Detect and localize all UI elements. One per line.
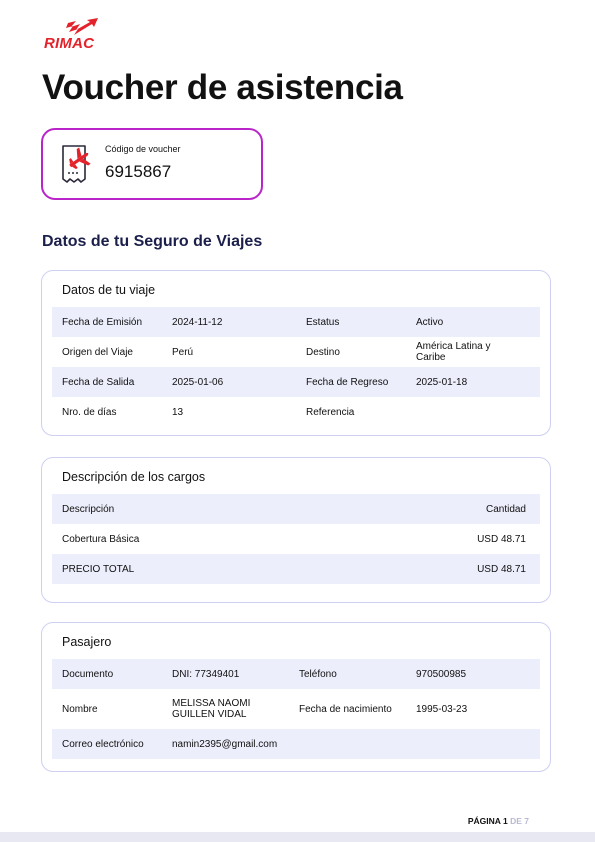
table-row: Fecha de Emisión 2024-11-12 Estatus Acti… — [52, 307, 540, 337]
field-value: América Latina y Caribe — [416, 341, 491, 363]
table-row: Documento DNI: 77349401 Teléfono 9705009… — [52, 659, 540, 689]
charges-card: Descripción de los cargos Descripción Ca… — [41, 457, 551, 603]
field-label: Referencia — [306, 406, 355, 418]
page-bottom-margin — [0, 832, 595, 842]
field-label: Estatus — [306, 316, 340, 328]
field-label: Destino — [306, 346, 340, 358]
card-title: Pasajero — [62, 635, 112, 649]
field-value: 1995-03-23 — [416, 703, 468, 715]
field-value: MELISSA NAOMI GUILLEN VIDAL — [172, 698, 251, 720]
table-row: Cobertura Básica USD 48.71 — [52, 524, 540, 554]
table-row: Correo electrónico namin2395@gmail.com — [52, 729, 540, 759]
field-label: Fecha de nacimiento — [299, 703, 392, 715]
total-row: PRECIO TOTAL USD 48.71 — [52, 554, 540, 584]
page-label: PÁGINA — [467, 816, 501, 826]
voucher-code: 6915867 — [105, 162, 172, 181]
airplane-receipt-icon — [62, 145, 91, 183]
passenger-card: Pasajero Documento DNI: 77349401 Teléfon… — [41, 622, 551, 772]
field-label: Origen del Viaje — [62, 346, 133, 358]
rimac-logo: RIMAC — [44, 18, 106, 52]
page-total: 7 — [524, 816, 529, 826]
field-value: namin2395@gmail.com — [172, 738, 278, 750]
voucher-code-box: Código de voucher 6915867 — [41, 128, 263, 200]
section-title: Datos de tu Seguro de Viajes — [42, 233, 263, 250]
logo-text: RIMAC — [44, 35, 95, 52]
page-of-label: DE — [510, 816, 522, 826]
table-row: Nombre MELISSA NAOMI GUILLEN VIDAL Fecha… — [52, 689, 540, 729]
field-value: 13 — [172, 406, 184, 418]
trip-details-card: Datos de tu viaje Fecha de Emisión 2024-… — [41, 270, 551, 436]
field-value: DNI: 77349401 — [172, 668, 240, 680]
field-label: Fecha de Emisión — [62, 316, 143, 328]
logo-mark-icon — [66, 18, 98, 35]
document-page: RIMAC Voucher de asistencia Código de vo… — [0, 0, 595, 832]
field-value: 2025-01-06 — [172, 376, 224, 388]
page-title: Voucher de asistencia — [42, 68, 403, 107]
table-row: Origen del Viaje Perú Destino América La… — [52, 337, 540, 367]
field-value: Perú — [172, 346, 194, 358]
column-header-amount: Cantidad — [485, 503, 526, 515]
field-label: Nro. de días — [62, 406, 117, 418]
card-title: Descripción de los cargos — [62, 470, 206, 484]
charge-amount: USD 48.71 — [477, 533, 526, 545]
field-label: Correo electrónico — [62, 738, 144, 750]
table-row: Nro. de días 13 Referencia — [52, 397, 540, 427]
field-label: Documento — [62, 668, 114, 680]
field-value: 2024-11-12 — [172, 316, 223, 328]
total-label: PRECIO TOTAL — [62, 563, 135, 575]
table-header-row: Descripción Cantidad — [52, 494, 540, 524]
field-value: 2025-01-18 — [416, 376, 468, 388]
field-label: Nombre — [62, 703, 98, 715]
voucher-label: Código de voucher — [105, 144, 181, 154]
card-title: Datos de tu viaje — [62, 283, 156, 297]
field-value: Activo — [416, 316, 444, 328]
field-label: Fecha de Regreso — [306, 376, 389, 388]
page-footer: PÁGINA 1 DE 7 — [468, 816, 529, 826]
total-amount: USD 48.71 — [477, 563, 526, 575]
field-label: Fecha de Salida — [62, 376, 135, 388]
column-header-description: Descripción — [62, 503, 115, 515]
page-number: 1 — [502, 816, 508, 826]
table-row: Fecha de Salida 2025-01-06 Fecha de Regr… — [52, 367, 540, 397]
field-label: Teléfono — [299, 668, 337, 680]
charge-description: Cobertura Básica — [62, 533, 140, 545]
field-value: 970500985 — [416, 668, 467, 680]
